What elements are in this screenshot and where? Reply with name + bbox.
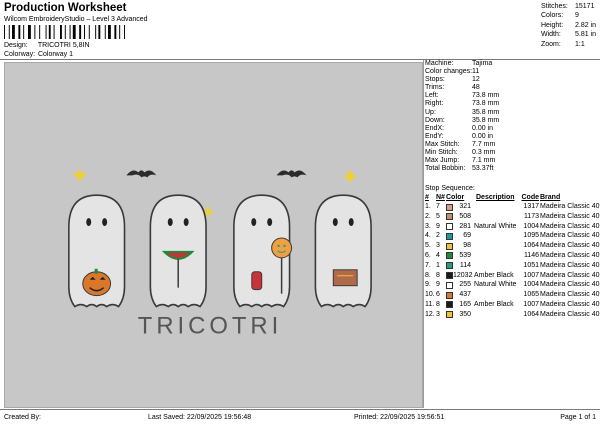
info-row: Right: 73.8 mm (425, 100, 500, 108)
ghost-4 (314, 194, 372, 308)
summary-zoom: Zoom: 1:1 (541, 40, 585, 48)
stop-row: 12. 3 350 1064 Madeira Classic 40 (425, 310, 600, 319)
last-saved: Last Saved: 22/09/2025 19:56:48 (148, 414, 252, 421)
ghost-eyes (86, 218, 354, 227)
printed-date: Printed: 22/09/2025 19:56:51 (354, 414, 445, 421)
info-row: EndY: 0.00 in (425, 132, 494, 140)
stop-row: 1. 7 321 1317 Madeira Classic 40 (425, 203, 600, 211)
barcode-image (4, 25, 125, 39)
info-row: Machine: Tajima (425, 60, 493, 67)
colorway-line: Colorway: Colorway 1 (4, 51, 73, 58)
bat-icons (126, 170, 307, 178)
color-swatch (446, 311, 453, 319)
embroidery-artwork: TRICOTRI (68, 167, 372, 339)
summary-stitches: Stitches: 15171 (541, 3, 595, 10)
color-swatch (446, 272, 453, 280)
design-preview: TRICOTRI (4, 62, 423, 408)
info-row: Color changes:11 (425, 68, 480, 76)
colorway-value: Colorway 1 (37, 51, 73, 58)
color-swatch (446, 262, 453, 270)
stop-row: 2. 5 508 1173 Madeira Classic 40 (425, 212, 600, 221)
info-row: Trims: 48 (425, 84, 480, 92)
color-swatch (446, 242, 453, 250)
info-row: Max Stitch: 7.7 mm (425, 140, 496, 148)
info-row: Up: 35.8 mm (425, 108, 500, 116)
sparkle-icon (71, 167, 88, 184)
stop-row: 9. 9 255 Natural White 1004 Madeira Classic 4… (425, 281, 600, 289)
color-swatch (446, 223, 453, 231)
bat-icon (126, 170, 157, 178)
candy-bar-icon (251, 271, 263, 291)
stop-row: 6. 4 539 1146 Madeira Classic 40 (425, 251, 600, 260)
stop-row: 11. 8 165 Amber Black 1007 Madeira Classic 40 (425, 300, 600, 309)
info-row: Max Jump: 7.1 mm (425, 157, 496, 165)
design-value: TRICOTRI 5,8IN (37, 42, 90, 49)
colorway-label: Colorway: (4, 51, 36, 58)
summary-width: Width: 5.81 in (541, 31, 597, 39)
info-row: Total Bobbin: 53.37ft (425, 165, 494, 173)
info-row: Stops: 12 (425, 76, 480, 84)
stop-sequence-title: Stop Sequence: (425, 185, 475, 192)
info-row: Left: 73.8 mm (425, 92, 500, 100)
design-label: Design: (4, 42, 28, 49)
book-icon (332, 269, 358, 287)
ghost-2 (149, 194, 207, 308)
color-swatch (446, 281, 453, 289)
summary-height: Height: 2.82 in (541, 21, 597, 29)
stop-row: 4. 2 69 1095 Madeira Classic 40 (425, 232, 600, 240)
summary-colors: Colors: 9 (541, 12, 579, 20)
color-swatch (446, 252, 453, 260)
color-swatch (446, 203, 453, 211)
stop-row: 8. 8 12032 Amber Black 1007 Madeira Classic 4… (425, 271, 600, 280)
color-swatch (446, 232, 453, 240)
page-title: Production Worksheet (4, 2, 127, 14)
stop-sequence-table: Stop Sequence: # N# Color Description Co… (425, 184, 600, 320)
footer-divider (0, 409, 600, 410)
ghost-group (68, 194, 372, 308)
created-by: Created By: (4, 414, 41, 421)
footer: Created By: Last Saved: 22/09/2025 19:56… (4, 413, 596, 423)
design-name-line: Design: TRICOTRI 5,8IN (4, 42, 90, 49)
software-subtitle: Wilcom EmbroideryStudio – Level 3 Advanc… (4, 16, 148, 23)
color-swatch (446, 301, 453, 309)
bat-icon (276, 170, 307, 178)
color-swatch (446, 291, 453, 299)
page-number: Page 1 of 1 (560, 414, 596, 421)
info-row: Min Stitch: 0.3 mm (425, 149, 496, 157)
design-text: TRICOTRI (138, 312, 282, 339)
summary-stats: Stitches: 15171 Colors: 9 Height: 2.82 in W… (541, 2, 599, 49)
info-row: EndX: 0.00 in (425, 124, 494, 132)
stop-row: 7. 1 114 1051 Madeira Classic 40 (425, 261, 600, 270)
stop-row: 3. 9 281 Natural White 1004 Madeira Classic 4… (425, 222, 600, 231)
panel-divider (423, 60, 424, 408)
sparkle-icon (342, 168, 359, 185)
color-swatch (446, 213, 453, 221)
stop-row: 10. 6 437 1065 Madeira Classic 40 (425, 291, 600, 299)
info-row: Down: 35.8 mm (425, 116, 500, 124)
stop-sequence-header: # N# Color Description Code Brand (425, 194, 561, 201)
stop-row: 5. 3 98 1064 Madeira Classic 40 (425, 242, 600, 250)
machine-info: Machine: Tajima Color changes:11 Stops: 12… (425, 60, 599, 173)
